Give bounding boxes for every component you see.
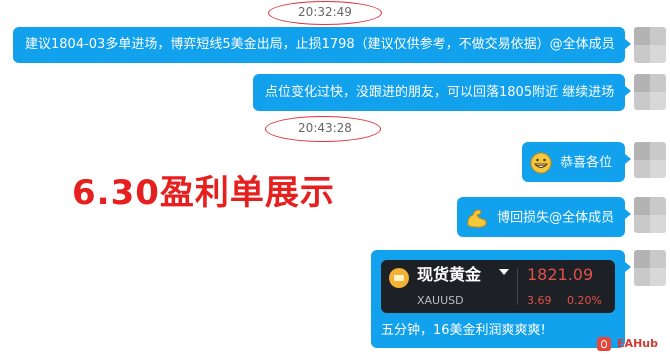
avatar[interactable] bbox=[634, 197, 666, 233]
chat-message[interactable]: 恭喜各位 bbox=[522, 142, 631, 182]
grin-emoji-icon bbox=[530, 152, 552, 174]
message-text: 五分钟，16美金利润爽爽爽! bbox=[381, 323, 546, 338]
instrument-name: 现货黄金 bbox=[417, 265, 482, 284]
quote-change: 3.69 bbox=[527, 294, 552, 307]
timestamp: 20:43:28 bbox=[298, 121, 352, 135]
timestamp: 20:32:49 bbox=[298, 5, 352, 19]
avatar[interactable] bbox=[634, 27, 666, 63]
quote-card[interactable]: 现货黄金 XAUUSD 1821.09 3.69 0.20% bbox=[381, 260, 615, 313]
chevron-down-icon[interactable] bbox=[499, 269, 509, 275]
avatar[interactable] bbox=[634, 74, 666, 110]
quote-change-pct: 0.20% bbox=[567, 294, 602, 307]
message-text: 博回损失@全体成员 bbox=[497, 210, 615, 226]
chat-message[interactable]: 现货黄金 XAUUSD 1821.09 3.69 0.20% 五分钟，16美金利… bbox=[371, 250, 631, 348]
chat-message[interactable]: 点位变化过快，没跟进的朋友，可以回落1805附近 继续进场 bbox=[253, 74, 631, 111]
message-text: 恭喜各位 bbox=[560, 155, 613, 171]
divider bbox=[517, 268, 518, 305]
promo-text: 6.30盈利单展示 bbox=[72, 173, 335, 213]
message-text: 点位变化过快，没跟进的朋友，可以回落1805附近 继续进场 bbox=[265, 85, 615, 100]
chat-message[interactable]: 博回损失@全体成员 bbox=[457, 197, 631, 237]
gold-coin-icon bbox=[389, 268, 409, 288]
chat-message[interactable]: 建议1804-03多单进场，博弈短线5美金出局，止损1798（建议仅供参考，不做… bbox=[13, 27, 631, 63]
watermark: EAHub bbox=[597, 337, 658, 351]
message-text: 建议1804-03多单进场，博弈短线5美金出局，止损1798（建议仅供参考，不做… bbox=[25, 37, 615, 52]
instrument-symbol: XAUUSD bbox=[417, 294, 464, 307]
avatar[interactable] bbox=[634, 250, 666, 286]
watermark-text: EAHub bbox=[617, 337, 658, 350]
eahub-logo-icon bbox=[597, 337, 612, 351]
flex-arm-emoji-icon bbox=[467, 209, 487, 228]
avatar[interactable] bbox=[634, 142, 666, 178]
quote-price: 1821.09 bbox=[527, 265, 594, 284]
